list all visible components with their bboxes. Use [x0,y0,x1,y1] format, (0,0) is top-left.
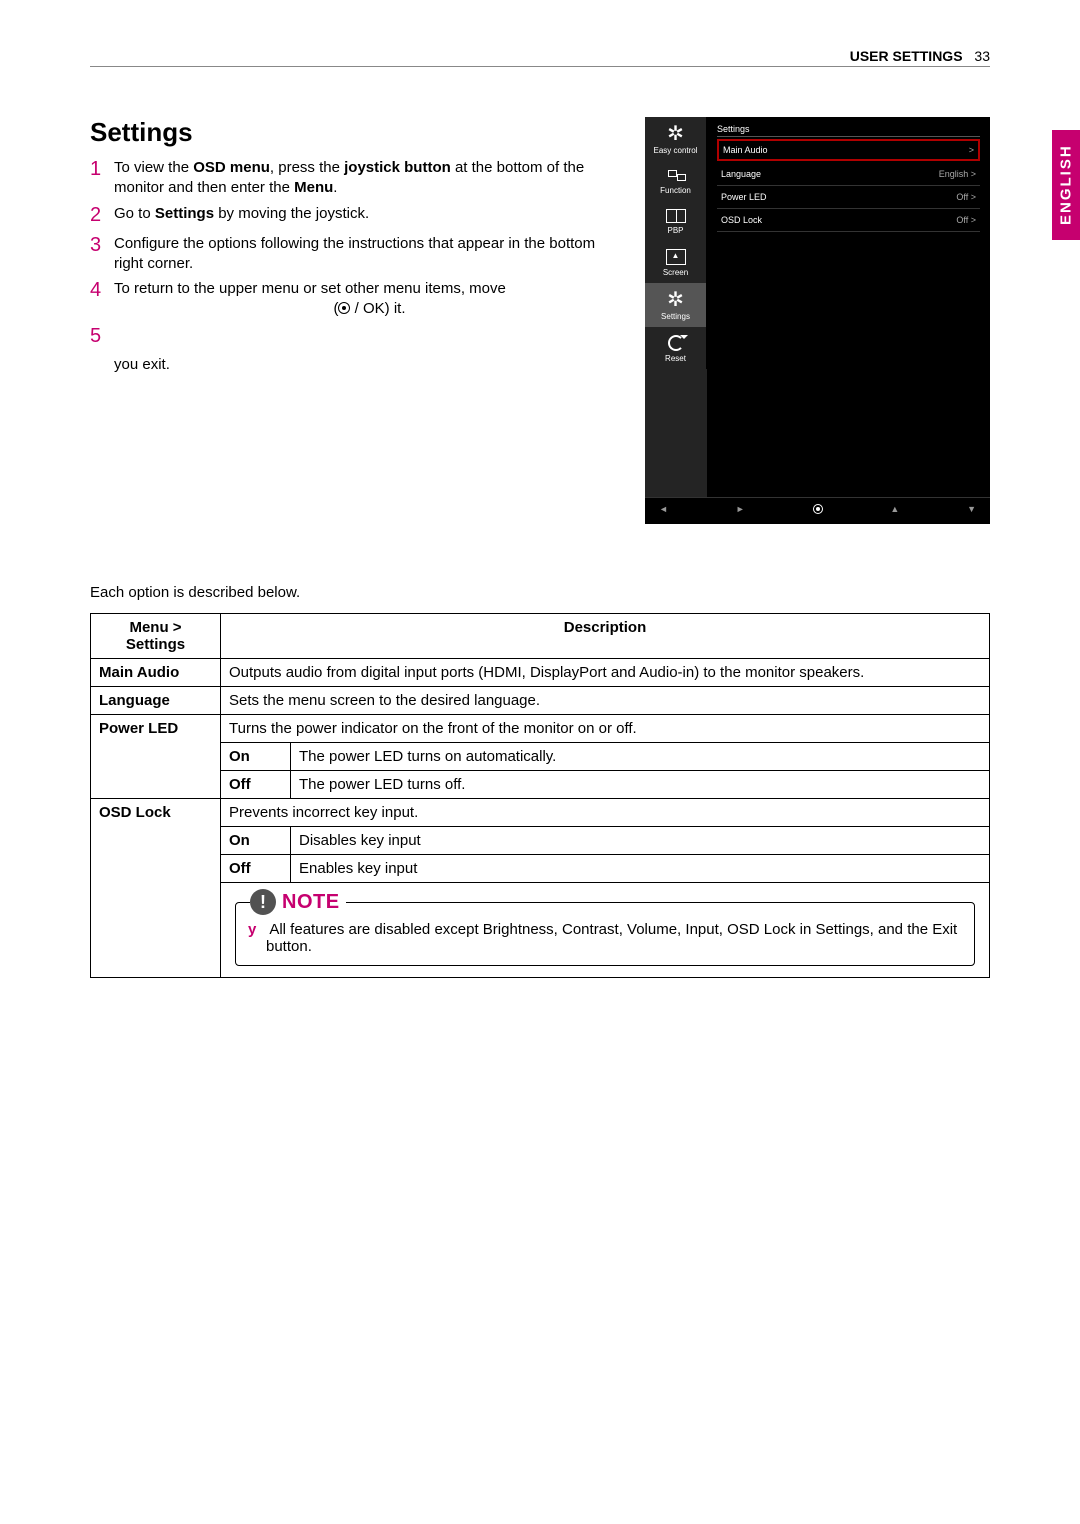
note-title: NOTE [282,891,340,914]
osd-side-function: Function [645,161,707,201]
step-3: 3 Configure the options following the in… [90,232,625,275]
osd-side-easy: Easy control [645,117,707,161]
screen-icon [666,249,686,265]
nav-right-icon: ► [736,504,745,514]
osd-sidebar: Easy control Function PBP Screen Setting… [645,117,707,497]
step-1: 1 To view the OSD menu, press the joysti… [90,156,625,199]
row-note: ! NOTE y All features are disabled excep… [91,883,990,978]
language-tab: ENGLISH [1052,130,1080,240]
osd-main: Settings Main Audio> LanguageEnglish > P… [707,117,990,497]
osd-row-language: LanguageEnglish > [717,163,980,186]
note-box: ! NOTE y All features are disabled excep… [235,902,975,966]
page-title: Settings [90,117,625,148]
step-5-exit: you exit. [90,353,625,375]
osd-screenshot: Easy control Function PBP Screen Setting… [645,117,990,524]
osd-row-main-audio: Main Audio> [717,139,980,161]
nav-left-icon: ◄ [659,504,668,514]
row-osd-lock-on: On Disables key input [91,827,990,855]
osd-row-power-led: Power LEDOff > [717,186,980,209]
steps-list: 1 To view the OSD menu, press the joysti… [90,156,625,375]
row-power-led-on: On The power LED turns on automatically. [91,743,990,771]
nav-down-icon: ▼ [967,504,976,514]
nav-ok-icon [813,504,823,514]
joystick-icon [338,302,350,314]
below-intro: Each option is described below. [90,584,990,601]
row-osd-lock-off: Off Enables key input [91,855,990,883]
osd-side-reset: Reset [645,327,707,369]
reset-icon [668,335,684,351]
row-main-audio: Main Audio Outputs audio from digital in… [91,659,990,687]
osd-side-pbp: PBP [645,201,707,241]
osd-side-screen: Screen [645,241,707,283]
grid-icon [667,169,685,183]
th-menu: Menu > Settings [91,614,221,659]
page-number: 33 [974,48,990,64]
step-5: 5 [90,323,625,350]
row-language: Language Sets the menu screen to the des… [91,687,990,715]
th-desc: Description [221,614,990,659]
table-header-row: Menu > Settings Description [91,614,990,659]
page-header: USER SETTINGS 33 [90,48,990,67]
section-title: USER SETTINGS [850,48,963,64]
row-power-led-off: Off The power LED turns off. [91,771,990,799]
sliders-icon [667,125,685,143]
step-4: 4 To return to the upper menu or set oth… [90,277,625,320]
row-osd-lock: OSD Lock Prevents incorrect key input. [91,799,990,827]
nav-up-icon: ▲ [890,504,899,514]
gear-icon [667,291,685,309]
note-bullet: y [248,921,266,938]
row-power-led: Power LED Turns the power indicator on t… [91,715,990,743]
pbp-icon [666,209,686,223]
osd-footer: ◄ ► ▲ ▼ [645,497,990,518]
note-icon: ! [250,889,276,915]
osd-side-settings: Settings [645,283,707,327]
step-2: 2 Go to Settings by moving the joystick. [90,202,625,229]
settings-table: Menu > Settings Description Main Audio O… [90,613,990,978]
osd-row-osd-lock: OSD LockOff > [717,209,980,232]
note-text: All features are disabled except Brightn… [266,921,957,955]
osd-title: Settings [717,121,980,137]
